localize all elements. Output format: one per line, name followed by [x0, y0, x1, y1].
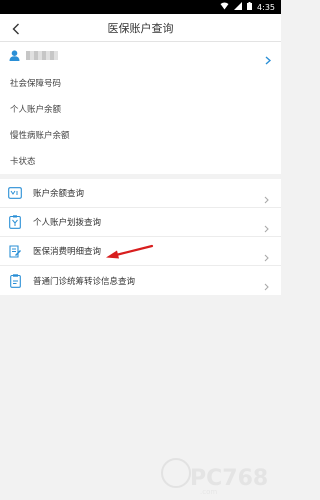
red-annotation-arrow-icon [104, 244, 154, 266]
menu-item-label: 医保消费明细查询 [33, 247, 102, 257]
menu-item-label: 个人账户划拨查询 [33, 218, 102, 228]
chevron-right-icon [264, 218, 269, 237]
svg-text:.com: .com [200, 488, 217, 496]
user-icon [9, 46, 20, 65]
wifi-icon [220, 2, 229, 12]
menu-item-label: 普通门诊统筹转诊信息查询 [33, 276, 136, 287]
account-summary-panel: 社会保障号码 个人账户余额 慢性病账户余额 卡状态 [0, 42, 281, 174]
transfer-icon [8, 215, 22, 229]
page-title: 医保账户查询 [107, 21, 174, 35]
chevron-right-icon [265, 50, 272, 69]
chevron-right-icon [264, 247, 269, 266]
menu-item-label: 账户余额查询 [33, 189, 85, 199]
chevron-right-icon [264, 189, 269, 208]
status-time: 4:35 [257, 2, 275, 12]
watermark-logo: PC768 .com [156, 457, 276, 497]
back-button[interactable] [8, 21, 24, 37]
chevron-right-icon [264, 276, 269, 295]
user-name-masked [26, 50, 58, 60]
query-menu: 账户余额查询 个人账户划拨查询 医保消费明细查询 普通门诊统筹转诊信息查询 [0, 179, 281, 295]
clipboard-icon [8, 273, 22, 288]
chronic-disease-balance-label: 慢性病账户余额 [10, 131, 70, 141]
status-bar: 4:35 [0, 0, 281, 14]
title-bar: 医保账户查询 [0, 14, 281, 42]
user-row[interactable] [0, 42, 281, 68]
card-status-label: 卡状态 [10, 157, 36, 167]
battery-icon [247, 2, 253, 12]
signal-icon [234, 2, 243, 12]
menu-item-balance-query[interactable]: 账户余额查询 [0, 179, 281, 208]
personal-balance-label: 个人账户余额 [10, 105, 62, 115]
receipt-icon [8, 244, 22, 258]
menu-item-outpatient-referral-query[interactable]: 普通门诊统筹转诊信息查询 [0, 266, 281, 295]
social-security-number-label: 社会保障号码 [10, 79, 62, 89]
menu-item-transfer-query[interactable]: 个人账户划拨查询 [0, 208, 281, 237]
balance-icon [8, 186, 22, 200]
back-arrow-icon [12, 20, 20, 39]
